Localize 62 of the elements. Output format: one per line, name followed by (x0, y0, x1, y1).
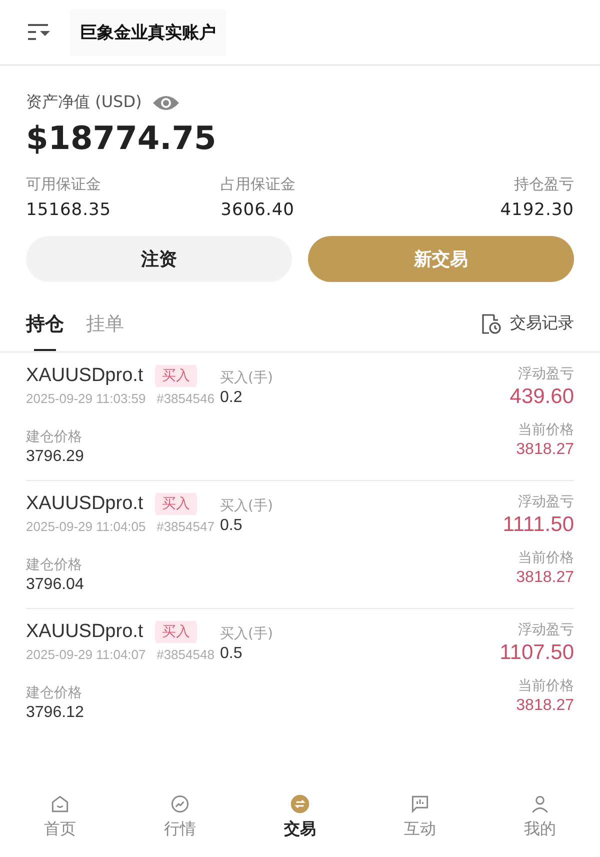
time-text: 2025-09-29 11:03:59 (26, 391, 146, 406)
open-price-value: 3796.29 (26, 448, 85, 466)
stat-label: 可用保证金 (26, 175, 102, 194)
time-text: 2025-09-29 11:04:05 (26, 519, 146, 534)
stat-label: 持仓盈亏 (513, 175, 574, 194)
side-badge: 买入 (155, 621, 198, 643)
pnl-value: 439.60 (508, 385, 574, 409)
volume-label: 买入(手) (220, 369, 274, 387)
pnl-label: 浮动盈亏 (517, 621, 574, 639)
stat-value: 15168.35 (26, 200, 112, 220)
tab[interactable]: 持仓 (26, 310, 64, 351)
equity-label: 资产净值 (USD) (26, 92, 142, 113)
history-icon[interactable] (480, 312, 502, 334)
volume-value: 0.5 (220, 645, 244, 663)
symbol-text: XAUUSDpro.t (26, 365, 144, 387)
stat-label: 占用保证金 (220, 175, 297, 194)
nav-item[interactable]: 互动 (360, 787, 480, 857)
deposit-button[interactable]: 注资 (26, 236, 292, 282)
history-link[interactable]: 交易记录 (510, 313, 574, 334)
trend-icon (169, 793, 191, 815)
stat-value: 4192.30 (499, 200, 574, 220)
order-number: #3854548 (156, 647, 214, 662)
exchange-icon (289, 793, 311, 815)
current-price-value: 3818.27 (515, 697, 574, 715)
symbol-text: XAUUSDpro.t (26, 493, 144, 515)
nav-item[interactable]: 交易 (240, 787, 360, 857)
open-price-label: 建仓价格 (26, 428, 83, 446)
open-price-label: 建仓价格 (26, 556, 83, 574)
volume-label: 买入(手) (220, 625, 274, 643)
new-trade-button[interactable]: 新交易 (308, 236, 574, 282)
user-icon (529, 793, 551, 815)
side-badge: 买入 (155, 365, 198, 387)
stat-value: 3606.40 (220, 200, 296, 220)
time-text: 2025-09-29 11:04:07 (26, 647, 146, 662)
pnl-value: 1111.50 (502, 513, 574, 537)
current-price-label: 当前价格 (517, 421, 574, 439)
order-number: #3854547 (156, 519, 214, 534)
symbol-text: XAUUSDpro.t (26, 621, 144, 643)
account-title: 巨象金业真实账户 (70, 8, 226, 56)
nav-item[interactable]: 我的 (480, 787, 600, 857)
open-price-value: 3796.04 (26, 576, 85, 594)
open-price-label: 建仓价格 (26, 684, 83, 702)
menu-icon[interactable] (26, 21, 52, 43)
volume-value: 0.5 (220, 517, 244, 535)
pnl-value: 1107.50 (498, 641, 574, 665)
current-price-value: 3818.27 (515, 569, 574, 587)
nav-item[interactable]: 行情 (120, 787, 240, 857)
nav-item[interactable]: 首页 (0, 787, 120, 857)
current-price-value: 3818.27 (515, 441, 574, 459)
pnl-label: 浮动盈亏 (517, 365, 574, 383)
equity-value: $18774.75 (26, 119, 218, 157)
tab[interactable]: 挂单 (86, 310, 124, 351)
order-number: #3854546 (156, 391, 214, 406)
message-icon (409, 793, 431, 815)
open-price-value: 3796.12 (26, 704, 85, 722)
volume-label: 买入(手) (220, 497, 274, 515)
volume-value: 0.2 (220, 389, 244, 407)
home-icon (49, 793, 71, 815)
current-price-label: 当前价格 (517, 677, 574, 695)
pnl-label: 浮动盈亏 (517, 493, 574, 511)
current-price-label: 当前价格 (517, 549, 574, 567)
side-badge: 买入 (155, 493, 198, 515)
